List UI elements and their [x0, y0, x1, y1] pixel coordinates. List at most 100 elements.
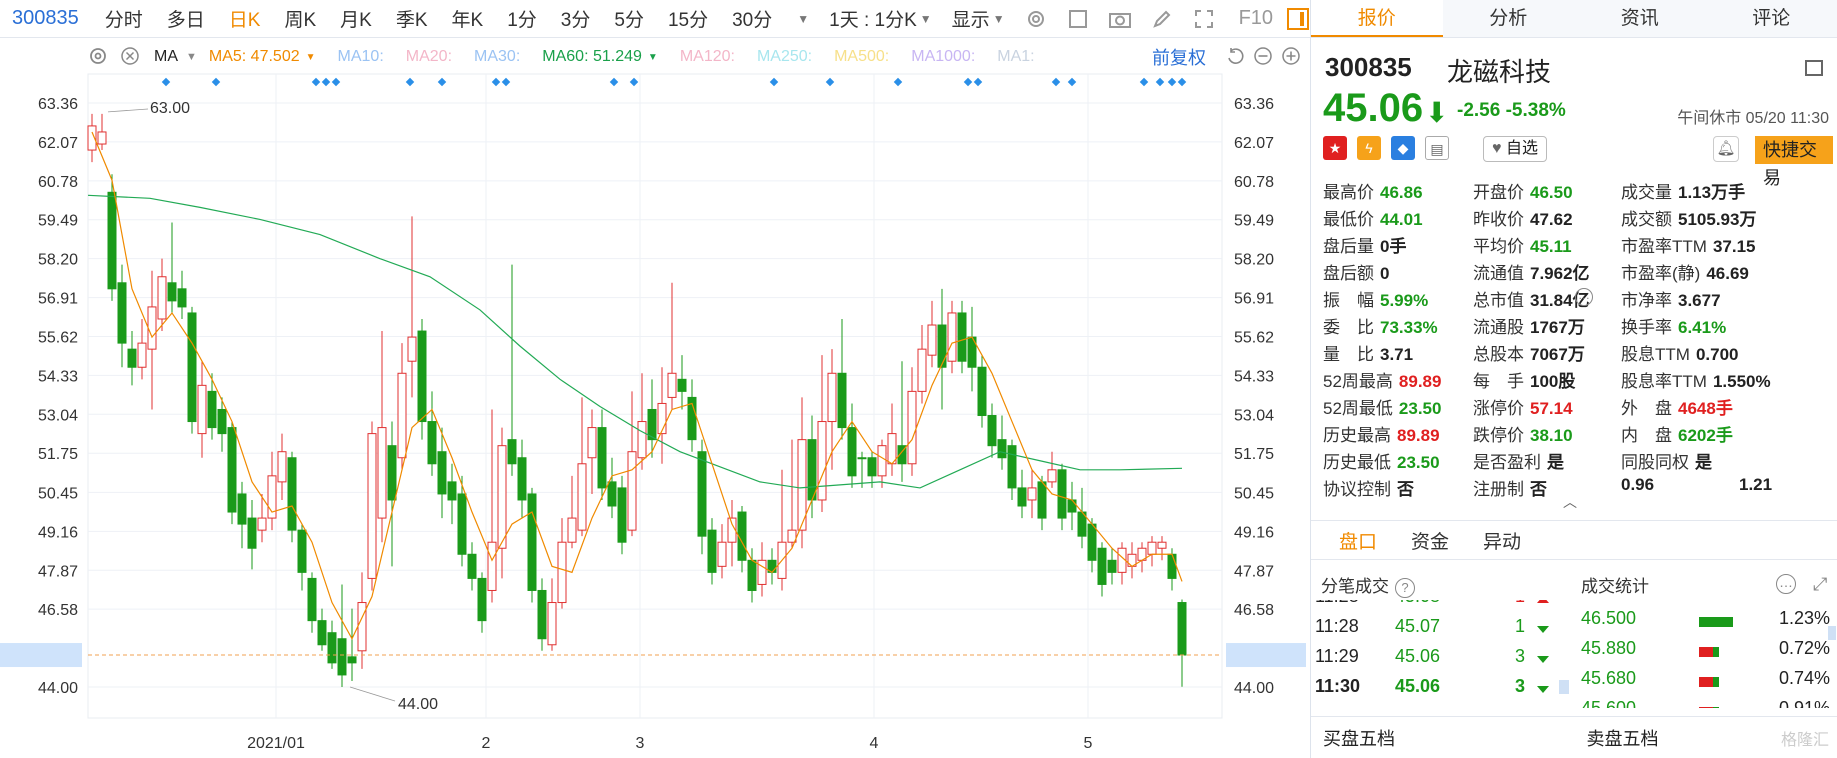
ma-item[interactable]: MA500: — [834, 48, 889, 66]
candle-body — [167, 282, 177, 302]
period-5min[interactable]: 5分 — [614, 5, 644, 32]
chevron-up-icon[interactable]: ︿ — [1563, 492, 1577, 512]
checkbox-icon[interactable] — [1063, 4, 1093, 34]
field-value: 23.50 — [1397, 453, 1440, 472]
tab-orderbook[interactable]: 盘口 — [1333, 527, 1383, 554]
period-3min[interactable]: 3分 — [561, 5, 591, 32]
tick-price: 45.08 — [1395, 600, 1440, 607]
tab-quote[interactable]: 报价 — [1311, 0, 1443, 37]
period-30min[interactable]: 30分 — [732, 5, 772, 32]
more-periods-dropdown[interactable]: ▼ — [794, 12, 809, 26]
field-label: 注册制 — [1473, 480, 1524, 499]
period-daily-k[interactable]: 日K — [229, 5, 261, 32]
tab-news[interactable]: 资讯 — [1574, 0, 1706, 37]
period-15min[interactable]: 15分 — [668, 5, 708, 32]
kline-chart[interactable]: 63.36 63.36 62.07 62.07 60.78 60.78 59.49 59.49… — [0, 38, 1310, 758]
quote-field: 市盈率(静) 46.69 — [1621, 259, 1749, 284]
chevron-down-icon[interactable]: ▼ — [186, 51, 197, 63]
help-icon[interactable]: ? — [1395, 578, 1415, 598]
side-panel-icon[interactable] — [1287, 7, 1310, 30]
quote-header: 300835 龙磁科技 45.06 ⬇ -2.56 -5.38% 午间休市 05… — [1311, 38, 1837, 138]
more-icon[interactable]: … — [1776, 574, 1796, 594]
ma-item[interactable]: MA20: — [406, 48, 452, 66]
add-watchlist-button[interactable]: ♥ 自选 — [1483, 136, 1547, 162]
tab-comments[interactable]: 评论 — [1706, 0, 1837, 37]
x-tick-label: 4 — [870, 735, 879, 752]
y-tick-label-right: 53.04 — [1234, 407, 1274, 424]
display-dropdown[interactable]: 显示 ▼ — [952, 5, 1005, 32]
period-1min[interactable]: 1分 — [507, 5, 537, 32]
period-multiday[interactable]: 多日 — [167, 5, 205, 32]
tab-anomaly[interactable]: 异动 — [1477, 527, 1527, 554]
ticks-list[interactable]: 11:28 45.08 1 11:28 45.07 1 11:29 45.06 3 11:30 45… — [1315, 600, 1575, 708]
field-label: 振 幅 — [1323, 291, 1374, 310]
candle-body — [237, 493, 247, 525]
stats-scrollbar[interactable] — [1828, 626, 1836, 640]
more-icon[interactable]: … — [1575, 288, 1593, 306]
quote-row: 盘后额 0 流通值 7.962亿 市盈率(静) 46.69 — [1323, 259, 1833, 286]
ma-item[interactable]: MA1: — [997, 48, 1034, 66]
quote-field: 52周最低 23.50 — [1323, 394, 1441, 419]
field-label: 最低价 — [1323, 210, 1374, 229]
flag-icon[interactable]: ★ — [1323, 136, 1347, 160]
field-label: 每 手 — [1473, 372, 1524, 391]
quote-row: 振 幅 5.99% 总市值 31.84亿 市净率 3.677… — [1323, 286, 1833, 313]
y-tick-label-right: 60.78 — [1234, 174, 1274, 191]
field-label: 是否盈利 — [1473, 453, 1541, 472]
caret-down-icon[interactable]: ▼ — [648, 52, 658, 63]
caret-down-icon[interactable]: ▼ — [306, 52, 316, 63]
ma-item[interactable]: MA120: — [680, 48, 735, 66]
period-fenshi[interactable]: 分时 — [105, 5, 143, 32]
pencil-icon[interactable] — [1147, 4, 1177, 34]
quick-trade-button[interactable]: 快捷交易 — [1755, 136, 1833, 188]
f10-button[interactable]: F10 — [1239, 7, 1273, 30]
bell-icon[interactable]: 🔔︎ — [1713, 136, 1739, 162]
heart-icon: ♥ — [1492, 140, 1502, 157]
period-year-k[interactable]: 年K — [452, 5, 484, 32]
period-weekly-k[interactable]: 周K — [284, 5, 316, 32]
field-label: 最高价 — [1323, 183, 1374, 202]
ma-item[interactable]: MA10: — [338, 48, 384, 66]
candle-body — [467, 553, 477, 579]
zoom-in-icon[interactable] — [1281, 46, 1301, 71]
tag-icon[interactable]: ◆ — [1391, 136, 1415, 160]
field-value: 1.550% — [1712, 372, 1771, 391]
period-quarter-k[interactable]: 季K — [396, 5, 428, 32]
gear-icon[interactable] — [88, 46, 110, 68]
adjust-mode-button[interactable]: 前复权 — [1152, 44, 1206, 70]
tab-capital[interactable]: 资金 — [1405, 527, 1455, 554]
stock-code-tab[interactable]: 300835 — [12, 7, 79, 30]
list-icon[interactable] — [1805, 60, 1823, 76]
y-tick-label-right: 56.91 — [1234, 291, 1274, 308]
lightning-icon[interactable]: ϟ — [1357, 136, 1381, 160]
ma-item[interactable]: MA60: 51.249 — [542, 48, 642, 66]
candle-body — [757, 559, 767, 585]
ma-indicator-select[interactable]: MA — [154, 48, 178, 66]
period-monthly-k[interactable]: 月K — [340, 5, 372, 32]
undo-icon[interactable] — [1225, 46, 1245, 71]
zoom-out-icon[interactable] — [1253, 46, 1273, 71]
range-dropdown[interactable]: 1天 : 1分K ▼ — [829, 5, 932, 32]
quote-row: 52周最低 23.50 涨停价 57.14 外 盘 4648手 — [1323, 394, 1833, 421]
tab-analysis[interactable]: 分析 — [1443, 0, 1575, 37]
buy-orders-label[interactable]: 买盘五档 — [1323, 725, 1575, 751]
ma-item[interactable]: MA30: — [474, 48, 520, 66]
ma-item[interactable]: MA5: 47.502 — [209, 48, 300, 66]
gear-icon[interactable] — [1021, 4, 1051, 34]
close-icon[interactable] — [120, 46, 142, 68]
ma-item[interactable]: MA250: — [757, 48, 812, 66]
y-tick-label-right: 63.36 — [1234, 96, 1274, 113]
ticks-scrollbar[interactable] — [1559, 680, 1569, 694]
tick-volume: 1 — [1515, 616, 1526, 636]
bookmark-icon[interactable]: ▤ — [1425, 136, 1449, 160]
field-value: 89.89 — [1397, 426, 1440, 445]
stat-percent: 0.91% — [1778, 698, 1830, 708]
stats-list[interactable]: 46.500 1.23% 45.880 0.72% 45.680 0.74% 45.600 0… — [1581, 608, 1837, 708]
ma-item[interactable]: MA1000: — [911, 48, 975, 66]
candle-body — [477, 577, 487, 622]
expand-icon[interactable]: ⤢ — [1813, 574, 1827, 595]
field-label: 流通股 — [1473, 318, 1524, 337]
candle-body — [437, 451, 447, 495]
fullscreen-icon[interactable] — [1189, 4, 1219, 34]
camera-icon[interactable] — [1105, 4, 1135, 34]
